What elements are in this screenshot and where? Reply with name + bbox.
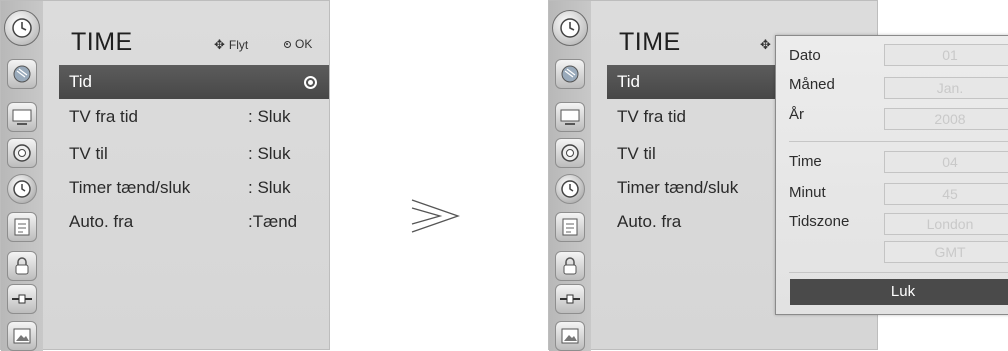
photo-icon[interactable] (555, 321, 585, 351)
menu-sidebar (1, 1, 43, 351)
menu-item-off-time[interactable]: TV fra tid : Sluk (59, 100, 329, 134)
move-hint: ✥ Flyt (214, 37, 248, 53)
clock-icon[interactable] (552, 10, 588, 46)
double-chevron-right-icon (411, 199, 460, 233)
menu-item-label: Timer tænd/sluk (617, 178, 739, 197)
four-way-arrow-icon: ✥ (214, 37, 225, 52)
menu-item-label: TV til (617, 144, 656, 163)
ok-dot-icon (284, 40, 291, 48)
radio-selected-icon (304, 76, 317, 89)
year-field[interactable]: 2008 (884, 108, 1008, 130)
menu-item-value: : Sluk (248, 144, 291, 163)
timezone-label: Tidszone (789, 213, 850, 230)
menu-item-label: Auto. fra (617, 212, 682, 231)
month-label: Måned (789, 76, 835, 93)
lock-icon[interactable] (7, 251, 37, 281)
move-hint-label: Flyt (228, 38, 249, 52)
schedule-icon[interactable] (7, 212, 37, 242)
menu-item-label: Timer tænd/sluk (69, 178, 191, 197)
hour-field[interactable]: 04 (884, 151, 1008, 173)
menu-item-label: Tid (69, 72, 92, 91)
input-plug-icon[interactable] (7, 284, 37, 314)
year-label: År (789, 106, 804, 123)
four-way-arrow-icon: ✥ (760, 37, 771, 52)
menu-item-label: Tid (617, 72, 640, 91)
speaker-icon[interactable] (555, 138, 585, 168)
divider (789, 272, 1008, 273)
menu-item-clock[interactable]: Tid (59, 65, 329, 99)
hour-label: Time (789, 153, 822, 170)
menu-item-auto-off[interactable]: Auto. fra :Tænd (59, 205, 329, 239)
ok-hint: OK (284, 37, 312, 51)
date-label: Dato (789, 47, 821, 64)
time-menu-screen: TIME ✥ Flyt OK Tid TV fra tid : Sluk TV … (0, 0, 330, 351)
menu-item-value: : Sluk (248, 178, 291, 197)
menu-title: TIME (71, 28, 133, 56)
menu-item-value: : Sluk (248, 107, 291, 126)
timezone-offset-field[interactable]: GMT (884, 241, 1008, 263)
menu-item-label: TV fra tid (617, 107, 686, 126)
lock-icon[interactable] (555, 251, 585, 281)
menu-item-timer[interactable]: Timer tænd/sluk : Sluk (59, 171, 329, 205)
photo-icon[interactable] (7, 321, 37, 351)
schedule-icon[interactable] (555, 212, 585, 242)
minute-label: Minut (789, 184, 826, 201)
monitor-icon[interactable] (7, 102, 37, 132)
month-field[interactable]: Jan. (884, 77, 1008, 99)
menu-item-value: :Tænd (248, 212, 298, 231)
clock-icon[interactable] (555, 174, 585, 204)
divider (789, 141, 1008, 142)
menu-item-label: Auto. fra (69, 212, 134, 231)
close-button[interactable]: Luk (790, 279, 1008, 305)
timezone-city-field[interactable]: London (884, 213, 1008, 235)
menu-sidebar (549, 1, 591, 351)
minute-field[interactable]: 45 (884, 183, 1008, 205)
clock-settings-popup: Dato 01 Måned Jan. År 2008 Time 04 Minut… (775, 35, 1008, 315)
ok-hint-label: OK (295, 37, 313, 51)
satellite-dish-icon[interactable] (7, 59, 37, 89)
clock-icon[interactable] (4, 10, 40, 46)
menu-item-label: TV fra tid (69, 107, 138, 126)
speaker-icon[interactable] (7, 138, 37, 168)
input-plug-icon[interactable] (555, 284, 585, 314)
menu-title: TIME (619, 28, 681, 56)
menu-item-on-time[interactable]: TV til : Sluk (59, 137, 329, 171)
clock-icon[interactable] (7, 174, 37, 204)
monitor-icon[interactable] (555, 102, 585, 132)
date-field[interactable]: 01 (884, 44, 1008, 66)
menu-item-label: TV til (69, 144, 108, 163)
satellite-dish-icon[interactable] (555, 59, 585, 89)
